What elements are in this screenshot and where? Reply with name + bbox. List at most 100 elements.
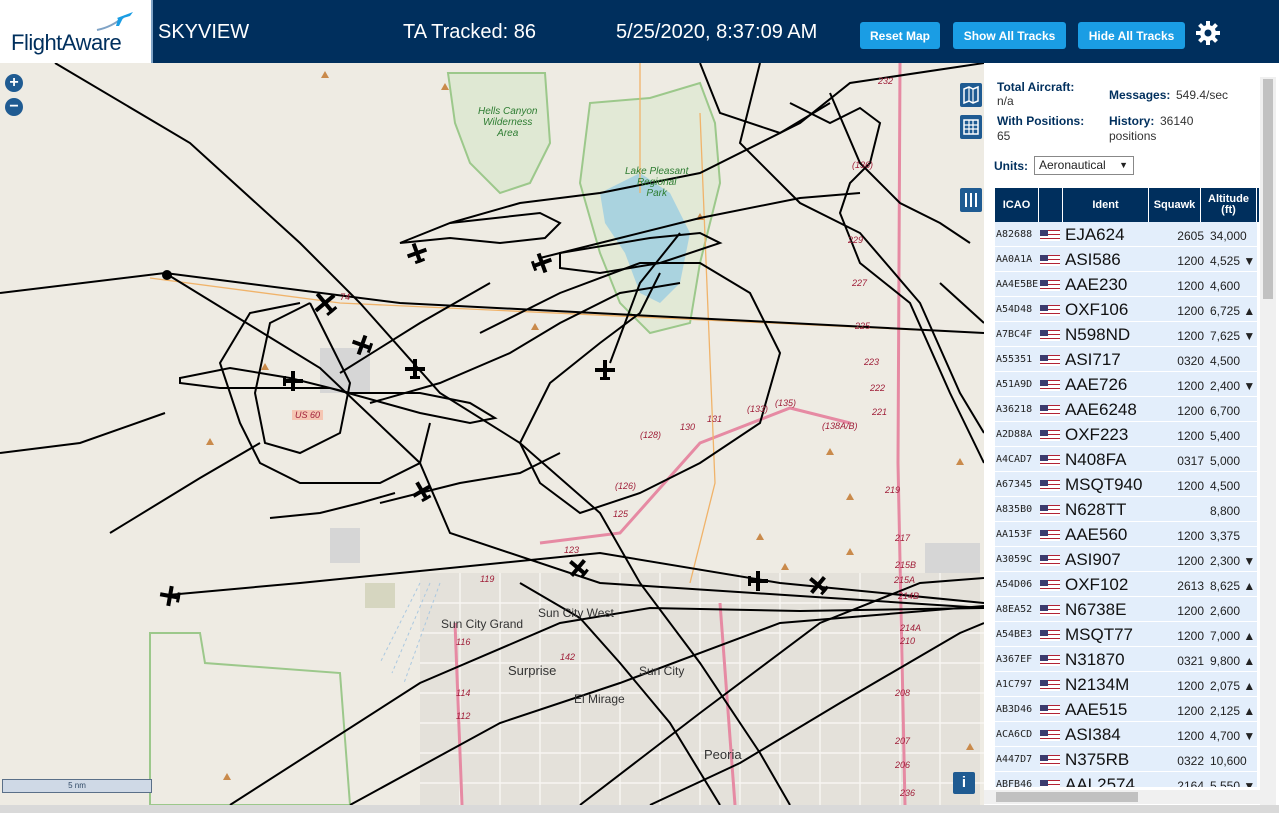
highway-label: (136) — [852, 160, 874, 170]
column-squawk[interactable]: Squawk — [1149, 188, 1201, 222]
history-label: History: — [1109, 114, 1155, 128]
chevron-down-icon: ▼ — [1119, 160, 1128, 170]
row-icao: A54D06 — [996, 579, 1033, 590]
table-row[interactable]: A2D88A OXF223 1200 5,400 — [995, 422, 1257, 447]
row-squawk: 1200 — [1177, 404, 1204, 418]
row-squawk: 2613 — [1177, 579, 1204, 593]
us-flag-icon — [1040, 280, 1060, 291]
highway-label: (126) — [615, 481, 637, 491]
table-row[interactable]: AA153F AAE560 1200 3,375 — [995, 522, 1257, 547]
table-row[interactable]: A55351 ASI717 0320 4,500 — [995, 347, 1257, 372]
flightaware-logo[interactable]: FlightAware — [0, 0, 153, 63]
us-flag-icon — [1040, 780, 1060, 787]
table-row[interactable]: ABFB46 AAL2574 2164 5,550 ▼ — [995, 772, 1257, 787]
column-flag[interactable] — [1039, 188, 1063, 222]
row-icao: A8EA52 — [996, 604, 1033, 615]
aircraft-panel: Total Aircraft: n/a Messages: 549.4/sec … — [984, 63, 1279, 807]
row-squawk: 1200 — [1177, 604, 1204, 618]
table-row[interactable]: A1C797 N2134M 1200 2,075 ▲ — [995, 672, 1257, 697]
row-squawk: 0321 — [1177, 654, 1204, 668]
highway-label: 223 — [864, 357, 880, 367]
table-row[interactable]: A8EA52 N6738E 1200 2,600 — [995, 597, 1257, 622]
place-peoria: Peoria — [704, 747, 742, 762]
row-icao: A367EF — [996, 654, 1033, 665]
table-row[interactable]: AA4E5BE AAE230 1200 4,600 — [995, 272, 1257, 297]
place-sun-city-west: Sun City West — [538, 606, 614, 620]
table-row[interactable]: A367EF N31870 0321 9,800 ▲ — [995, 647, 1257, 672]
row-ident: EJA624 — [1065, 225, 1125, 244]
row-altitude: 8,625 ▲ — [1210, 579, 1256, 593]
history-unit: positions — [1109, 129, 1157, 143]
row-squawk: 1200 — [1177, 554, 1204, 568]
map-layer-button[interactable] — [960, 83, 982, 107]
row-altitude: 4,600 — [1210, 279, 1241, 293]
table-row[interactable]: A51A9D AAE726 1200 2,400 ▼ — [995, 372, 1257, 397]
table-row[interactable]: A67345 MSQT940 1200 4,500 — [995, 472, 1257, 497]
row-icao: A2D88A — [996, 429, 1033, 440]
row-altitude: 2,400 ▼ — [1210, 379, 1256, 393]
map-canvas[interactable]: Hells Canyon Wilderness Area Lake Pleasa… — [0, 63, 984, 805]
row-ident: N2134M — [1065, 675, 1130, 694]
row-icao: A36218 — [996, 404, 1033, 415]
column-altitude[interactable]: Altitude (ft) — [1201, 188, 1257, 222]
units-select[interactable]: Aeronautical ▼ — [1034, 156, 1134, 175]
horizontal-scroll-thumb[interactable] — [996, 792, 1138, 802]
row-ident: OXF102 — [1065, 575, 1129, 594]
highway-label: 207 — [895, 736, 911, 746]
table-row[interactable]: A7BC4F N598ND 1200 7,625 ▼ — [995, 322, 1257, 347]
row-altitude: 4,700 ▼ — [1210, 729, 1256, 743]
vertical-scroll-thumb[interactable] — [1263, 79, 1273, 299]
gear-icon[interactable] — [1195, 20, 1221, 46]
row-altitude: 2,300 ▼ — [1210, 554, 1256, 568]
table-row[interactable]: A36218 AAE6248 1200 6,700 — [995, 397, 1257, 422]
row-altitude: 9,800 ▲ — [1210, 654, 1256, 668]
highway-label: 229 — [848, 235, 864, 245]
table-row[interactable]: A54D06 OXF102 2613 8,625 ▲ — [995, 572, 1257, 597]
table-row[interactable]: ACA6CD ASI384 1200 4,700 ▼ — [995, 722, 1257, 747]
hide-all-tracks-button[interactable]: Hide All Tracks — [1078, 22, 1185, 49]
highway-label: 232 — [878, 76, 894, 86]
row-squawk: 2164 — [1177, 779, 1204, 787]
row-icao: ABFB46 — [996, 779, 1033, 787]
table-row[interactable]: A447D7 N375RB 0322 10,600 — [995, 747, 1257, 772]
positions-value: 65 — [997, 129, 1011, 143]
row-ident: MSQT940 — [1065, 475, 1143, 494]
table-row[interactable]: AB3D46 AAE515 1200 2,125 ▲ — [995, 697, 1257, 722]
row-ident: ASI586 — [1065, 250, 1121, 269]
us-flag-icon — [1040, 555, 1060, 566]
column-ident[interactable]: Ident — [1063, 188, 1149, 222]
us-flag-icon — [1040, 305, 1060, 316]
highway-label: 130 — [680, 422, 696, 432]
row-squawk: 1200 — [1177, 729, 1204, 743]
row-squawk: 1200 — [1177, 279, 1204, 293]
header-bar: FlightAware SKYVIEW TA Tracked: 86 5/25/… — [0, 0, 1279, 63]
us-flag-icon — [1040, 455, 1060, 466]
us-flag-icon — [1040, 680, 1060, 691]
columns-toggle-button[interactable] — [960, 188, 982, 212]
table-row[interactable]: AA0A1A ASI586 1200 4,525 ▼ — [995, 247, 1257, 272]
row-icao: A82688 — [996, 229, 1033, 240]
show-all-tracks-button[interactable]: Show All Tracks — [953, 22, 1066, 49]
park-label-hells-canyon: Hells Canyon Wilderness Area — [478, 106, 538, 139]
table-row[interactable]: A835B0 N628TT 8,800 — [995, 497, 1257, 522]
row-ident: ASI384 — [1065, 725, 1121, 744]
zoom-out-button[interactable]: − — [5, 98, 23, 116]
us-flag-icon — [1040, 330, 1060, 341]
highway-label: 225 — [855, 321, 871, 331]
row-altitude: 6,725 ▲ — [1210, 304, 1256, 318]
info-button[interactable]: i — [953, 772, 975, 794]
zoom-in-button[interactable]: + — [5, 74, 23, 92]
positions-label: With Positions: — [997, 114, 1085, 128]
table-row[interactable]: A54BE3 MSQT77 1200 7,000 ▲ — [995, 622, 1257, 647]
column-icao[interactable]: ICAO — [995, 188, 1039, 222]
bottom-scrollbar[interactable] — [0, 805, 1279, 813]
table-row[interactable]: A3059C ASI907 1200 2,300 ▼ — [995, 547, 1257, 572]
highway-label: 114 — [456, 688, 471, 698]
table-row[interactable]: A82688 EJA624 2605 34,000 — [995, 222, 1257, 247]
table-row[interactable]: A4CAD7 N408FA 0317 5,000 — [995, 447, 1257, 472]
grid-toggle-button[interactable] — [960, 115, 982, 139]
clock: 5/25/2020, 8:37:09 AM — [616, 21, 818, 43]
reset-map-button[interactable]: Reset Map — [860, 22, 940, 49]
us-flag-icon — [1040, 655, 1060, 666]
table-row[interactable]: A54D48 OXF106 1200 6,725 ▲ — [995, 297, 1257, 322]
